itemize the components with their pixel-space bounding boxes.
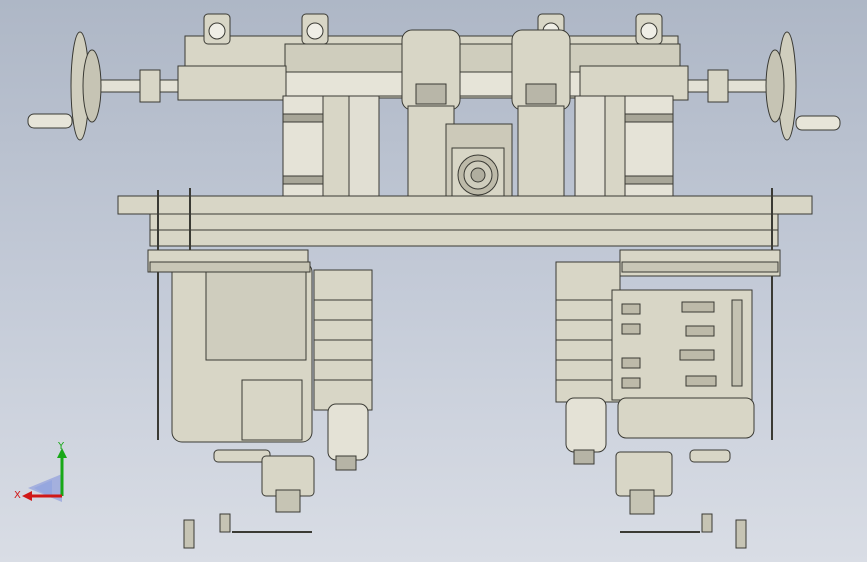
left-collar [139,69,161,103]
left-bearing-block [177,65,287,101]
right-module [555,249,781,465]
right-handwheel[interactable] [765,31,841,141]
left-handwheel[interactable] [27,31,102,141]
middle-plate [117,195,813,215]
x-axis-head [22,491,32,501]
right-gripper [615,449,747,549]
left-module [147,249,373,471]
y-axis-label: Y [57,441,65,452]
center-clamp-right [511,29,571,197]
coordinate-triad[interactable]: X Y [12,440,82,510]
cad-viewport[interactable]: X Y [0,0,867,562]
right-bearing-block [579,65,689,101]
left-gripper [183,449,315,549]
center-motor [445,123,513,197]
assembly-model[interactable] [0,0,867,562]
right-collar [707,69,729,103]
x-axis-label: X [14,490,21,501]
